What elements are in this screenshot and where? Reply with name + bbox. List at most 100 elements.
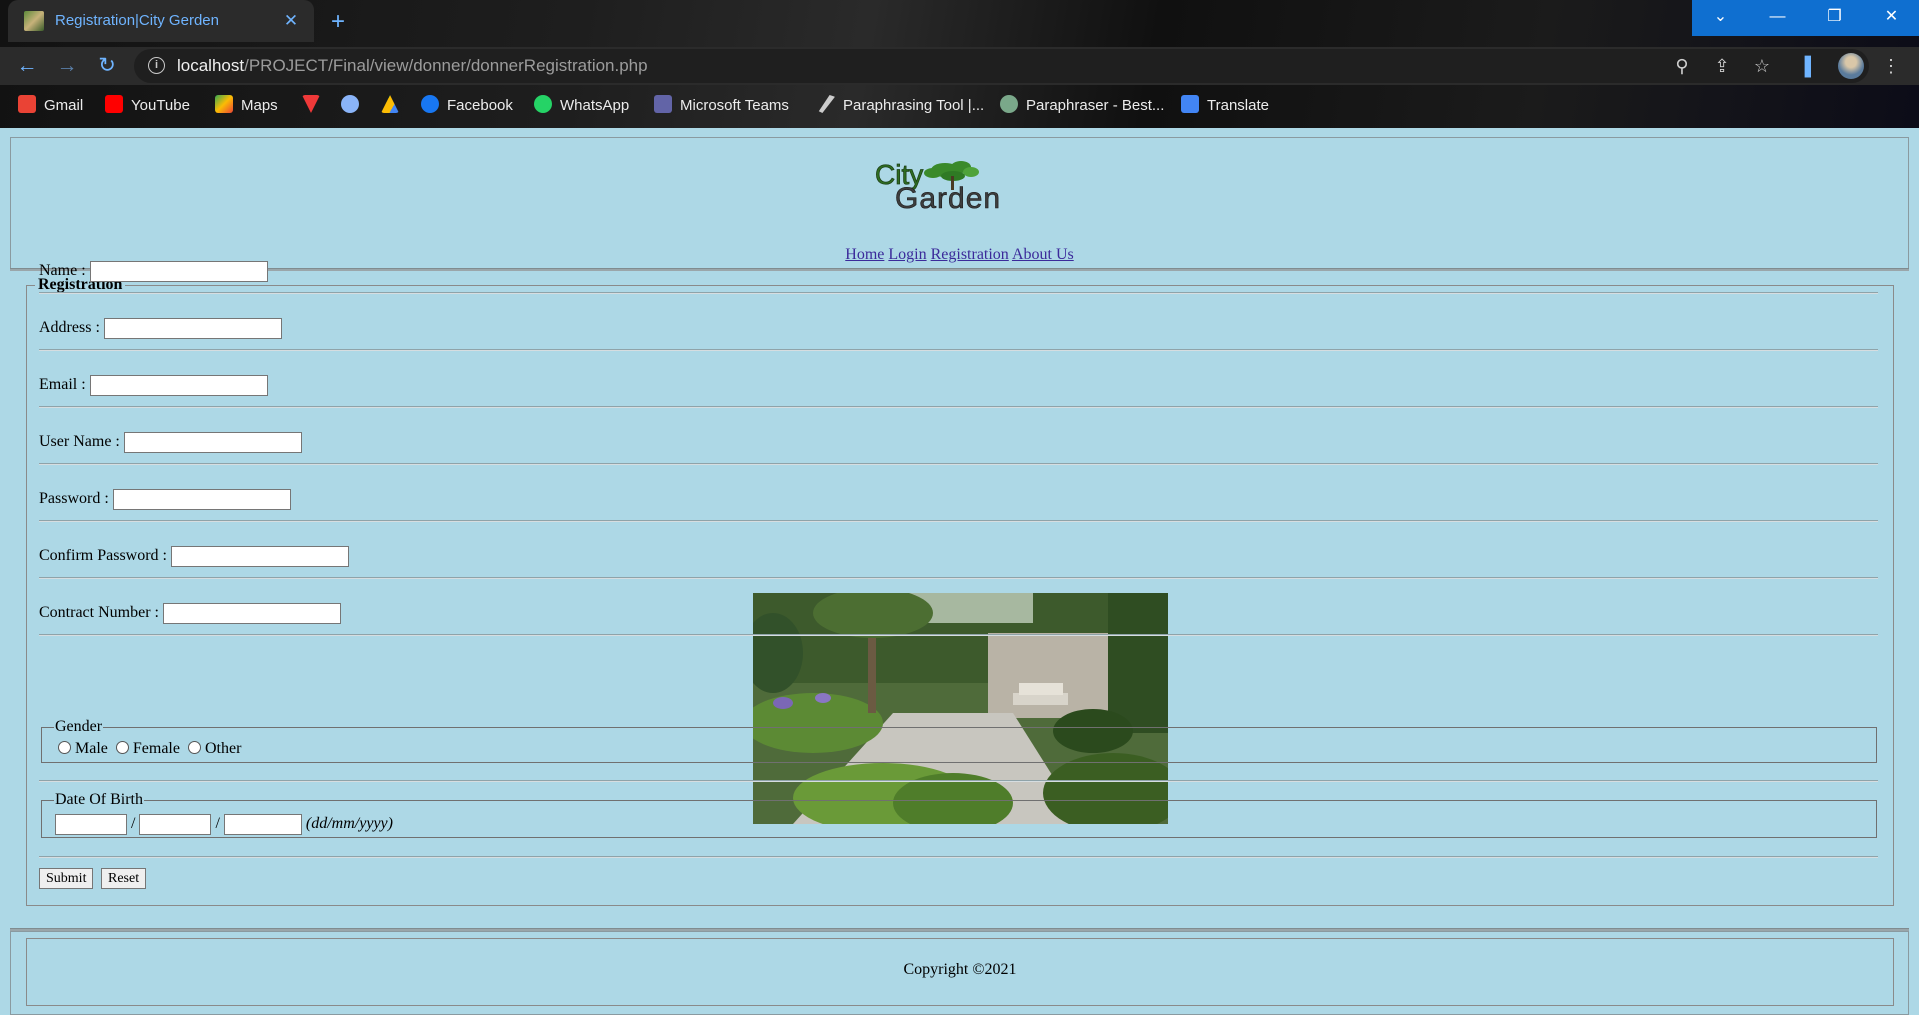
minimize-icon[interactable]: — — [1749, 0, 1806, 36]
username-row: User Name : — [39, 432, 302, 453]
tab-strip: Registration|City Gerden ✕ + ⌄ — ❐ ✕ — [0, 0, 1919, 42]
gender-legend: Gender — [55, 718, 103, 735]
dob-month-input[interactable] — [139, 814, 212, 835]
address-bar[interactable]: i localhost/PROJECT/Final/view/donner/do… — [134, 49, 1869, 83]
translate-icon — [1181, 95, 1199, 113]
username-input[interactable] — [123, 432, 302, 453]
bookmark-paraphraser[interactable]: Paraphraser - Best... — [1000, 94, 1164, 118]
city-garden-logo[interactable]: City Garden — [873, 158, 1073, 216]
gmail-icon — [18, 95, 36, 113]
logo-text-garden: Garden — [895, 182, 1001, 214]
browser-tab[interactable]: Registration|City Gerden ✕ — [8, 0, 314, 42]
profile-avatar[interactable] — [1838, 53, 1864, 79]
close-window-icon[interactable]: ✕ — [1863, 0, 1919, 36]
share-icon[interactable]: ⇪ — [1709, 53, 1735, 79]
email-divider — [39, 406, 1878, 408]
gender-other-radio[interactable] — [187, 741, 201, 754]
garden-background-image — [753, 593, 1168, 824]
copyright-text: Copyright ©2021 — [903, 961, 1017, 978]
close-tab-icon[interactable]: ✕ — [280, 10, 302, 32]
name-divider — [39, 292, 1878, 294]
bookmark-vivaldi[interactable] — [302, 94, 328, 118]
side-panel-icon[interactable]: ▌ — [1798, 53, 1824, 79]
site-favicon-icon — [24, 11, 44, 31]
contact-number-divider — [39, 634, 1878, 636]
dob-fieldset: Date Of Birth / / (dd/mm/yyyy) — [41, 791, 1877, 838]
name-row: Name : — [39, 261, 268, 282]
name-label: Name : — [39, 262, 86, 280]
username-label: User Name : — [39, 433, 120, 451]
bookmark-star-icon[interactable]: ☆ — [1749, 53, 1775, 79]
bookmarks-bar: Gmail YouTube Maps Facebook WhatsApp Mic… — [0, 92, 1919, 120]
contact-number-row: Contract Number : — [39, 603, 341, 624]
nav-home[interactable]: Home — [845, 246, 884, 263]
dob-format-hint: (dd/mm/yyyy) — [305, 815, 393, 833]
reload-icon[interactable]: ↻ — [94, 53, 120, 79]
site-footer: Copyright ©2021 — [26, 938, 1894, 1006]
contact-number-input[interactable] — [162, 603, 341, 624]
confirm-password-input[interactable] — [171, 546, 349, 567]
bookmark-facebook[interactable]: Facebook — [421, 94, 513, 118]
confirm-password-label: Confirm Password : — [39, 547, 167, 565]
dob-legend: Date Of Birth — [55, 791, 143, 808]
gender-male-radio[interactable] — [58, 741, 71, 754]
paraphraser-icon — [1000, 95, 1018, 113]
menu-icon[interactable]: ⋮ — [1878, 53, 1904, 79]
tab-search-icon[interactable]: ⌄ — [1692, 0, 1749, 36]
contact-number-label: Contract Number : — [39, 604, 159, 622]
dob-divider — [39, 856, 1878, 858]
bookmark-maps[interactable]: Maps — [215, 94, 278, 118]
address-divider — [39, 349, 1878, 351]
email-input[interactable] — [89, 375, 268, 396]
browser-chrome: Registration|City Gerden ✕ + ⌄ — ❐ ✕ ← →… — [0, 0, 1919, 128]
back-icon[interactable]: ← — [14, 53, 40, 79]
toolbar: ← → ↻ i localhost/PROJECT/Final/view/don… — [0, 47, 1919, 85]
header-divider — [10, 268, 1909, 271]
confirm-password-row: Confirm Password : — [39, 546, 349, 567]
gender-fieldset: Gender Male Female Other — [41, 718, 1877, 763]
maps-icon — [215, 95, 233, 113]
gender-male-label: Male — [75, 740, 108, 757]
bookmark-shield[interactable] — [341, 94, 367, 118]
password-input[interactable] — [112, 489, 291, 510]
shield-icon — [341, 95, 359, 113]
gender-other-label: Other — [204, 740, 242, 757]
site-header: City Garden Home Login Registration Abou… — [10, 137, 1909, 269]
nav-registration[interactable]: Registration — [931, 246, 1009, 263]
nav-login[interactable]: Login — [888, 246, 926, 263]
dob-year-input[interactable] — [223, 814, 302, 835]
new-tab-icon[interactable]: + — [324, 9, 352, 37]
site-info-icon[interactable]: i — [148, 57, 165, 74]
bookmark-youtube[interactable]: YouTube — [105, 94, 190, 118]
zoom-icon[interactable]: ⚲ — [1669, 53, 1695, 79]
dob-separator-1: / — [131, 815, 136, 833]
url-text[interactable]: localhost/PROJECT/Final/view/donner/donn… — [177, 56, 648, 76]
page: City Garden Home Login Registration Abou… — [0, 128, 1919, 1015]
name-input[interactable] — [89, 261, 268, 282]
username-divider — [39, 463, 1878, 465]
whatsapp-icon — [534, 95, 552, 113]
bookmark-teams[interactable]: Microsoft Teams — [654, 94, 789, 118]
restore-icon[interactable]: ❐ — [1806, 0, 1863, 36]
quill-icon — [818, 95, 835, 113]
main-nav: Home Login Registration About Us — [11, 246, 1908, 264]
bookmark-drive[interactable] — [381, 94, 407, 118]
reset-button[interactable]: Reset — [101, 868, 147, 889]
teams-icon — [654, 95, 672, 113]
bookmark-translate[interactable]: Translate — [1181, 94, 1269, 118]
dob-separator-2: / — [215, 815, 220, 833]
address-label: Address : — [39, 319, 100, 337]
password-label: Password : — [39, 490, 109, 508]
password-divider — [39, 520, 1878, 522]
dob-day-input[interactable] — [55, 814, 127, 835]
address-row: Address : — [39, 318, 282, 339]
bookmark-whatsapp[interactable]: WhatsApp — [534, 94, 629, 118]
bookmark-paraphrasing-tool[interactable]: Paraphrasing Tool |... — [817, 94, 984, 118]
address-input[interactable] — [103, 318, 282, 339]
submit-button[interactable]: Submit — [39, 868, 94, 889]
nav-about-us[interactable]: About Us — [1012, 246, 1074, 263]
forward-icon[interactable]: → — [54, 53, 80, 79]
drive-icon — [381, 95, 399, 113]
bookmark-gmail[interactable]: Gmail — [18, 94, 83, 118]
gender-female-radio[interactable] — [115, 741, 129, 754]
